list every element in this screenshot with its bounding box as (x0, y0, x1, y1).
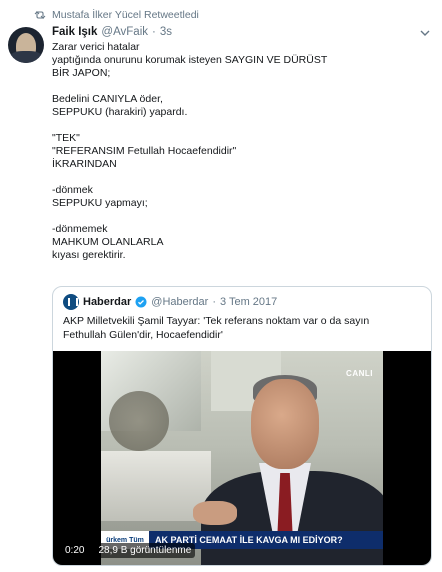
separator-dot: · (212, 296, 216, 308)
tweet-line: SEPPUKU (harakiri) yapardı. (52, 106, 188, 118)
quoted-author-name[interactable]: Haberdar (83, 296, 131, 308)
channel-logo: CANLI (346, 369, 373, 378)
chevron-down-icon[interactable] (420, 28, 430, 38)
quoted-tweet-text: AKP Milletvekili Şamil Tayyar: 'Tek refe… (63, 314, 423, 342)
verified-badge-icon (135, 296, 147, 308)
retweet-context: Mustafa İlker Yücel Retweetledi (34, 9, 199, 21)
retweet-text[interactable]: Mustafa İlker Yücel Retweetledi (52, 9, 199, 21)
tweet-header: Faik Işık @AvFaik · 3s (52, 26, 172, 38)
tweet-line: SEPPUKU yapmayı; (52, 197, 148, 209)
quoted-line: Fethullah Gülen'dir, Hocaefendidir' (63, 329, 223, 341)
separator-dot: · (152, 26, 156, 38)
tweet-line: "TEK" (52, 132, 80, 144)
haberdar-logo-icon (63, 294, 79, 310)
tweet-line: BİR JAPON; (52, 67, 111, 79)
speaker-hand (193, 501, 237, 525)
tweet-line (52, 119, 422, 132)
quoted-line: AKP Milletvekili Şamil Tayyar: 'Tek refe… (63, 315, 370, 327)
tweet-line: -dönmek (52, 184, 93, 196)
avatar-suit (10, 51, 42, 63)
quoted-author-handle[interactable]: @Haberdar (151, 296, 208, 308)
avatar[interactable] (8, 27, 44, 63)
tweet-line: yaptığında onurunu korumak isteyen SAYGI… (52, 54, 328, 66)
quoted-tweet[interactable]: Haberdar @Haberdar · 3 Tem 2017 AKP Mill… (52, 286, 432, 566)
author-handle[interactable]: @AvFaik (101, 26, 148, 38)
studio-plant (109, 391, 169, 451)
video-duration: 0:20 (61, 542, 89, 558)
retweet-icon (34, 11, 46, 19)
tweet-text: Zarar verici hatalar yaptığında onurunu … (52, 41, 422, 262)
tweet-line: -dönmemek (52, 223, 108, 235)
quoted-tweet-header: Haberdar @Haberdar · 3 Tem 2017 (63, 294, 277, 310)
tweet-line: İKRARINDAN (52, 158, 117, 170)
speaker-head (251, 379, 319, 469)
tweet-line: Bedelini CANIYLA öder, (52, 93, 163, 105)
tweet-time[interactable]: 3s (160, 26, 172, 38)
video-frame: CANLI ürkem Tüm AK PARTİ CEMAAT İLE KAVG… (101, 351, 383, 565)
tweet-line: "REFERANSIM Fetullah Hocaefendidir" (52, 145, 237, 157)
tweet-line (52, 80, 422, 93)
tweet-line (52, 171, 422, 184)
tweet-line (52, 210, 422, 223)
video-player[interactable]: CANLI ürkem Tüm AK PARTİ CEMAAT İLE KAVG… (53, 351, 431, 565)
tweet-line: Zarar verici hatalar (52, 41, 140, 53)
video-view-count: 28,9 B görüntülenme (94, 542, 196, 558)
video-overlay: 0:20 28,9 B görüntülenme (53, 535, 431, 565)
author-name[interactable]: Faik Işık (52, 26, 97, 38)
tweet-line: MAHKUM OLANLARLA (52, 236, 164, 248)
quoted-tweet-date[interactable]: 3 Tem 2017 (220, 296, 277, 308)
tweet-line: kıyası gerektirir. (52, 249, 126, 261)
